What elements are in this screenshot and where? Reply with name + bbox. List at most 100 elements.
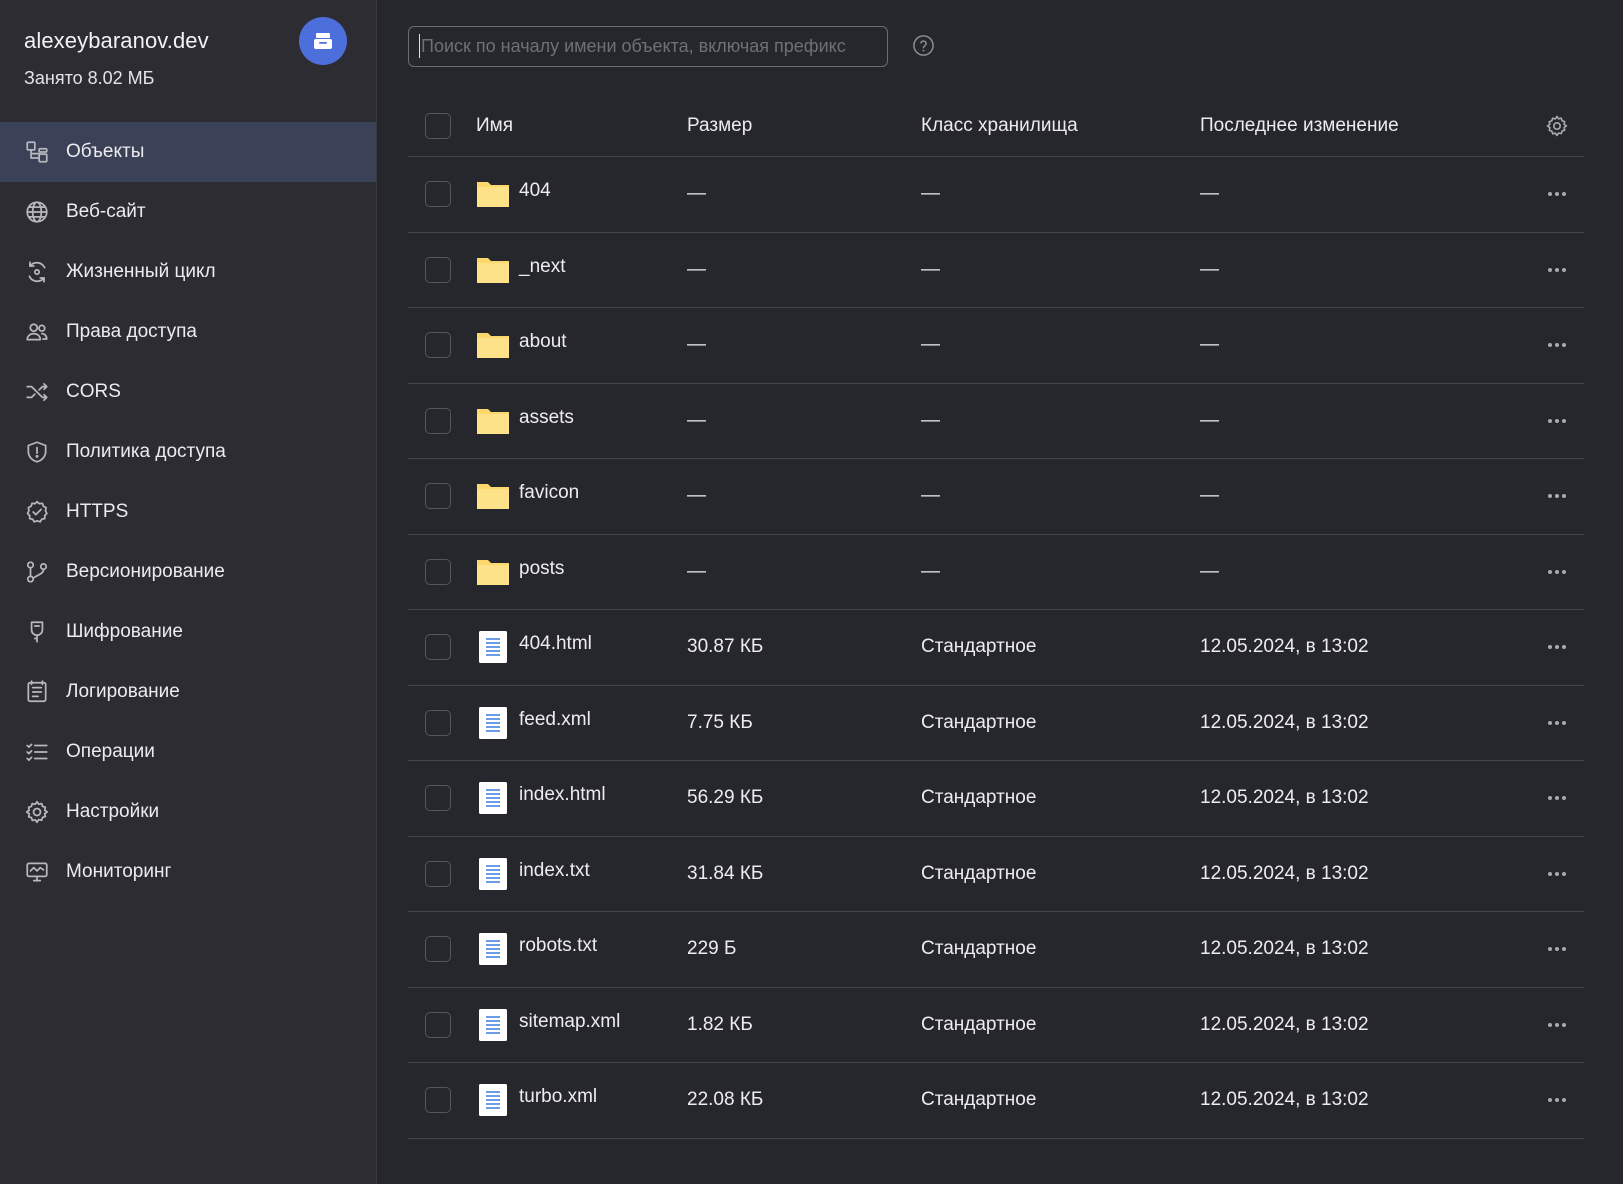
object-name[interactable]: feed.xml [519, 709, 591, 731]
object-name-cell[interactable]: index.html [476, 781, 687, 815]
sidebar-item-shuffle[interactable]: CORS [0, 362, 376, 422]
file-row[interactable]: robots.txt 229 Б Стандартное 12.05.2024, в … [408, 912, 1584, 988]
more-actions-icon[interactable] [1530, 1022, 1584, 1027]
bucket-icon[interactable] [299, 17, 347, 65]
folder-icon [477, 333, 509, 359]
sidebar-item-lifecycle[interactable]: Жизненный цикл [0, 242, 376, 302]
object-name[interactable]: 404.html [519, 633, 592, 655]
column-size-header[interactable]: Размер [687, 115, 921, 137]
folder-row[interactable]: 404 — — — [408, 157, 1584, 233]
more-actions-icon[interactable] [1530, 569, 1584, 574]
object-name[interactable]: _next [519, 256, 565, 278]
object-name[interactable]: index.html [519, 784, 606, 806]
column-modified-header[interactable]: Последнее изменение [1200, 115, 1530, 137]
sidebar-item-gear[interactable]: Настройки [0, 782, 376, 842]
sidebar-item-objects[interactable]: Объекты [0, 122, 376, 182]
object-name[interactable]: robots.txt [519, 935, 597, 957]
more-actions-icon[interactable] [1530, 796, 1584, 801]
more-actions-icon[interactable] [1530, 1098, 1584, 1103]
object-name[interactable]: posts [519, 558, 564, 580]
row-checkbox[interactable] [425, 709, 451, 736]
folder-row[interactable]: favicon — — — [408, 459, 1584, 535]
object-name-cell[interactable]: feed.xml [476, 706, 687, 740]
row-checkbox[interactable] [425, 860, 451, 887]
row-checkbox[interactable] [425, 332, 451, 359]
more-actions-icon[interactable] [1530, 947, 1584, 952]
more-actions-icon[interactable] [1530, 192, 1584, 197]
object-size: — [687, 334, 706, 356]
object-name-cell[interactable]: 404.html [476, 630, 687, 664]
folder-row[interactable]: _next — — — [408, 233, 1584, 308]
folder-row[interactable]: about — — — [408, 308, 1584, 384]
help-icon[interactable] [912, 34, 935, 57]
more-actions-icon[interactable] [1530, 720, 1584, 725]
object-storage-class: — [921, 485, 940, 507]
object-name-cell[interactable]: about [476, 328, 687, 362]
more-actions-icon[interactable] [1530, 343, 1584, 348]
folder-row[interactable]: posts — — — [408, 535, 1584, 610]
row-checkbox[interactable] [425, 483, 451, 510]
object-modified: — [1200, 409, 1219, 431]
search-input[interactable] [408, 26, 888, 67]
object-size: 56.29 КБ [687, 787, 764, 809]
row-checkbox[interactable] [425, 407, 451, 434]
object-name[interactable]: 404 [519, 180, 551, 202]
object-modified: 12.05.2024, в 13:02 [1200, 938, 1369, 960]
object-name-cell[interactable]: posts [476, 555, 687, 589]
object-name-cell[interactable]: robots.txt [476, 932, 687, 966]
object-name-cell[interactable]: favicon [476, 479, 687, 513]
sidebar-item-list[interactable]: Операции [0, 722, 376, 782]
more-actions-icon[interactable] [1530, 494, 1584, 499]
file-icon [479, 933, 507, 966]
sidebar-item-verified[interactable]: HTTPS [0, 482, 376, 542]
table-settings-gear-icon[interactable] [1530, 114, 1584, 138]
select-all-checkbox[interactable] [425, 113, 451, 139]
row-checkbox[interactable] [425, 785, 451, 812]
object-storage-class: Стандартное [921, 636, 1037, 658]
sidebar-item-users[interactable]: Права доступа [0, 302, 376, 362]
row-checkbox[interactable] [425, 936, 451, 963]
column-class-header[interactable]: Класс хранилища [921, 115, 1200, 137]
file-row[interactable]: sitemap.xml 1.82 КБ Стандартное 12.05.2024,… [408, 988, 1584, 1063]
row-checkbox[interactable] [425, 1011, 451, 1038]
file-row[interactable]: index.html 56.29 КБ Стандартное 12.05.2024,… [408, 761, 1584, 837]
column-name-header[interactable]: Имя [476, 115, 687, 137]
object-modified: 12.05.2024, в 13:02 [1200, 1013, 1369, 1035]
file-row[interactable]: turbo.xml 22.08 КБ Стандартное 12.05.2024, … [408, 1063, 1584, 1139]
row-checkbox[interactable] [425, 256, 451, 283]
sidebar-item-shield[interactable]: Политика доступа [0, 422, 376, 482]
sidebar-item-monitor[interactable]: Мониторинг [0, 842, 376, 902]
lifecycle-icon [24, 259, 50, 285]
file-row[interactable]: 404.html 30.87 КБ Стандартное 12.05.2024, в… [408, 610, 1584, 686]
log-icon [24, 679, 50, 705]
object-name[interactable]: sitemap.xml [519, 1011, 620, 1033]
object-storage-class: Стандартное [921, 1013, 1037, 1035]
sidebar-item-key[interactable]: Шифрование [0, 602, 376, 662]
object-name-cell[interactable]: index.txt [476, 857, 687, 891]
object-name-cell[interactable]: sitemap.xml [476, 1008, 687, 1042]
more-actions-icon[interactable] [1530, 267, 1584, 272]
folder-row[interactable]: assets — — — [408, 384, 1584, 459]
row-checkbox[interactable] [425, 558, 451, 585]
object-name[interactable]: favicon [519, 482, 579, 504]
row-checkbox[interactable] [425, 1087, 451, 1114]
object-name[interactable]: about [519, 331, 567, 353]
file-row[interactable]: index.txt 31.84 КБ Стандартное 12.05.2024, … [408, 837, 1584, 912]
sidebar-item-branch[interactable]: Версионирование [0, 542, 376, 602]
object-name-cell[interactable]: assets [476, 404, 687, 438]
object-name-cell[interactable]: _next [476, 253, 687, 287]
object-name[interactable]: index.txt [519, 860, 590, 882]
object-name[interactable]: assets [519, 407, 574, 429]
object-name-cell[interactable]: turbo.xml [476, 1083, 687, 1117]
row-checkbox[interactable] [425, 181, 451, 208]
sidebar-item-log[interactable]: Логирование [0, 662, 376, 722]
more-actions-icon[interactable] [1530, 871, 1584, 876]
more-actions-icon[interactable] [1530, 418, 1584, 423]
row-checkbox[interactable] [425, 634, 451, 661]
more-actions-icon[interactable] [1530, 645, 1584, 650]
object-name[interactable]: turbo.xml [519, 1086, 597, 1108]
object-name-cell[interactable]: 404 [476, 177, 687, 211]
sidebar-item-globe[interactable]: Веб-сайт [0, 182, 376, 242]
file-row[interactable]: feed.xml 7.75 КБ Стандартное 12.05.2024, в … [408, 686, 1584, 761]
bucket-usage: Занято 8.02 МБ [24, 68, 155, 88]
